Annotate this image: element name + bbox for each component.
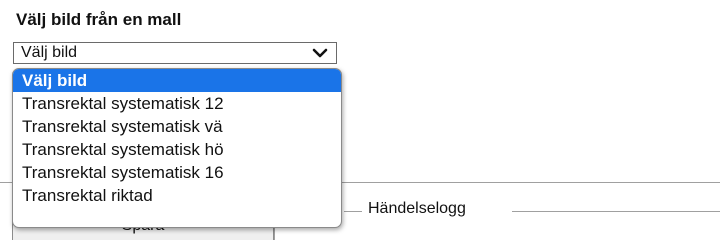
- template-select[interactable]: Välj bild: [13, 42, 337, 64]
- select-dropdown-list: Välj bild Transrektal systematisk 12 Tra…: [12, 68, 342, 228]
- select-value: Välj bild: [21, 44, 78, 61]
- select-option[interactable]: Välj bild: [13, 69, 341, 92]
- select-option[interactable]: Transrektal systematisk vä: [13, 115, 341, 138]
- select-option[interactable]: Transrektal systematisk 12: [13, 92, 341, 115]
- chevron-down-icon: [312, 48, 328, 58]
- event-log-legend: Händelselogg: [368, 200, 466, 217]
- select-option[interactable]: Transrektal systematisk 16: [13, 161, 341, 184]
- select-option[interactable]: Transrektal riktad: [13, 184, 341, 207]
- fieldset-border: [512, 211, 720, 212]
- page-title: Välj bild från en mall: [16, 10, 182, 29]
- select-option[interactable]: Transrektal systematisk hö: [13, 138, 341, 161]
- fieldset-border: [344, 211, 362, 212]
